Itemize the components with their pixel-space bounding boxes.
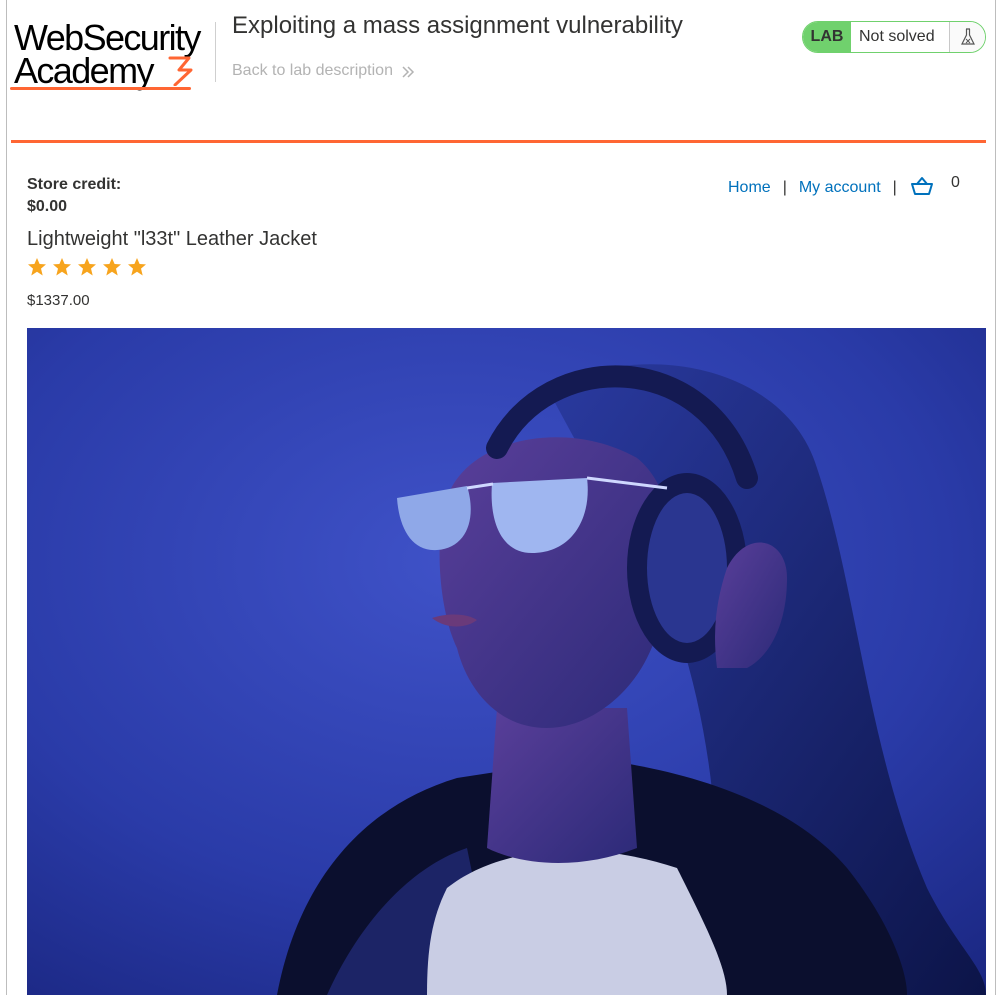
back-link-label: Back to lab description	[232, 62, 393, 79]
top-nav: Home | My account |	[728, 174, 934, 201]
window-frame-left	[6, 0, 7, 995]
header-divider	[215, 22, 216, 82]
lab-status-text: Not solved	[859, 28, 935, 45]
nav-my-account-link[interactable]: My account	[799, 179, 881, 197]
cart-count: 0	[951, 174, 960, 191]
star-icon	[103, 258, 121, 276]
nav-separator: |	[892, 178, 897, 196]
product-title: Lightweight "l33t" Leather Jacket	[27, 228, 317, 250]
web-security-academy-logo[interactable]: WebSecurity Academy	[10, 18, 210, 94]
store-credit-label: Store credit:	[27, 176, 122, 193]
header-rule	[11, 140, 986, 143]
logo-underline	[10, 87, 191, 90]
window-frame-right	[995, 0, 996, 995]
store-credit-value: $0.00	[27, 198, 68, 215]
nav-separator: |	[782, 178, 787, 196]
cart-icon[interactable]	[910, 176, 934, 201]
nav-home-link[interactable]: Home	[728, 179, 771, 197]
lab-badge: LAB	[803, 22, 851, 52]
star-icon	[53, 258, 71, 276]
product-image	[27, 328, 986, 995]
logo-bolt-icon	[168, 56, 193, 86]
product-rating	[27, 257, 147, 277]
logo-text-line2: Academy	[14, 50, 154, 91]
store-credit: Store credit: $0.00	[27, 174, 121, 218]
lab-status-widget: LAB Not solved	[802, 21, 986, 53]
flask-icon	[949, 22, 985, 52]
product-price: $1337.00	[27, 292, 90, 309]
star-icon	[78, 258, 96, 276]
back-to-lab-description-link[interactable]: Back to lab description	[232, 62, 415, 80]
lab-title: Exploiting a mass assignment vulnerabili…	[232, 12, 683, 39]
star-icon	[128, 258, 146, 276]
star-icon	[28, 258, 46, 276]
double-chevron-right-icon	[402, 66, 415, 78]
